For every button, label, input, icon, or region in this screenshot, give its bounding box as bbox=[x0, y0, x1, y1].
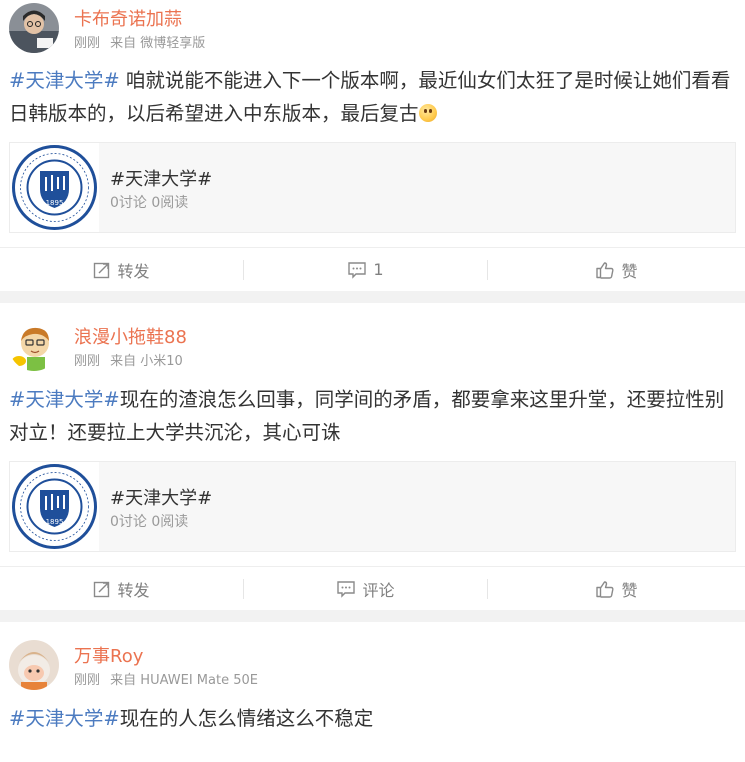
username[interactable]: 浪漫小拖鞋88 bbox=[74, 323, 187, 349]
comment-button[interactable]: 评论 bbox=[244, 567, 487, 610]
seal-year: 1895 bbox=[46, 518, 64, 526]
topic-card[interactable]: 1895 #天津大学# 0讨论 0阅读 bbox=[9, 142, 736, 233]
card-stats: 0讨论 0阅读 bbox=[110, 514, 189, 530]
post-header: 浪漫小拖鞋88 刚刚 来自 小米10 bbox=[0, 303, 745, 371]
comment-label: 评论 bbox=[362, 580, 395, 600]
post-source[interactable]: 来自 HUAWEI Mate 50E bbox=[110, 673, 258, 688]
avatar[interactable] bbox=[9, 640, 59, 690]
like-icon bbox=[596, 261, 614, 279]
like-button[interactable]: 赞 bbox=[488, 567, 745, 610]
post-meta: 刚刚 来自 HUAWEI Mate 50E bbox=[74, 669, 258, 688]
repost-label: 转发 bbox=[117, 261, 150, 281]
repost-icon bbox=[94, 581, 110, 597]
repost-label: 转发 bbox=[117, 580, 150, 600]
like-icon bbox=[596, 580, 614, 598]
seal-year: 1895 bbox=[46, 199, 64, 207]
avatar[interactable] bbox=[9, 3, 59, 53]
tju-seal-icon: 1895 bbox=[10, 462, 99, 551]
card-title[interactable]: #天津大学# bbox=[110, 165, 212, 191]
post-time: 刚刚 bbox=[74, 36, 101, 51]
surprised-emoji-icon bbox=[418, 104, 437, 122]
post-text: 现在的人怎么情绪这么不稳定 bbox=[119, 707, 374, 730]
topic-link[interactable]: #天津大学# bbox=[9, 69, 120, 92]
post-3: 万事Roy 刚刚 来自 HUAWEI Mate 50E #天津大学#现在的人怎么… bbox=[0, 622, 745, 762]
like-button[interactable]: 赞 bbox=[488, 248, 745, 291]
comment-icon bbox=[337, 580, 356, 598]
repost-button[interactable]: 转发 bbox=[0, 248, 243, 291]
topic-card[interactable]: 1895 #天津大学# 0讨论 0阅读 bbox=[9, 461, 736, 552]
like-label: 赞 bbox=[621, 580, 638, 600]
post-1: 卡布奇诺加蒜 刚刚 来自 微博轻享版 #天津大学# 咱就说能不能进入下一个版本啊… bbox=[0, 0, 745, 291]
post-content: #天津大学#现在的渣浪怎么回事，同学间的矛盾，都要拿来这里升堂，还要拉性别对立！… bbox=[0, 383, 745, 449]
post-header: 万事Roy 刚刚 来自 HUAWEI Mate 50E bbox=[0, 622, 745, 690]
post-meta: 刚刚 来自 小米10 bbox=[74, 350, 183, 369]
repost-button[interactable]: 转发 bbox=[0, 567, 243, 610]
like-label: 赞 bbox=[621, 261, 638, 281]
avatar[interactable] bbox=[9, 321, 59, 371]
post-content: #天津大学# 咱就说能不能进入下一个版本啊，最近仙女们太狂了是时候让她们看看日韩… bbox=[0, 64, 745, 130]
comment-count: 1 bbox=[373, 260, 384, 279]
action-bar: 转发 1 赞 bbox=[0, 247, 745, 291]
card-stats: 0讨论 0阅读 bbox=[110, 195, 189, 211]
comment-button[interactable]: 1 bbox=[244, 248, 487, 291]
post-header: 卡布奇诺加蒜 刚刚 来自 微博轻享版 bbox=[0, 0, 745, 58]
post-source[interactable]: 来自 微博轻享版 bbox=[110, 36, 205, 51]
topic-link[interactable]: #天津大学# bbox=[9, 388, 120, 411]
tju-seal-icon: 1895 bbox=[10, 143, 99, 232]
comment-icon bbox=[348, 261, 367, 279]
username[interactable]: 卡布奇诺加蒜 bbox=[74, 5, 182, 31]
action-bar: 转发 评论 赞 bbox=[0, 566, 745, 610]
repost-icon bbox=[94, 262, 110, 278]
username[interactable]: 万事Roy bbox=[74, 642, 143, 668]
post-2: 浪漫小拖鞋88 刚刚 来自 小米10 #天津大学#现在的渣浪怎么回事，同学间的矛… bbox=[0, 303, 745, 610]
topic-link[interactable]: #天津大学# bbox=[9, 707, 120, 730]
post-source[interactable]: 来自 小米10 bbox=[110, 354, 183, 369]
post-meta: 刚刚 来自 微博轻享版 bbox=[74, 32, 205, 51]
post-time: 刚刚 bbox=[74, 354, 101, 369]
post-content: #天津大学#现在的人怎么情绪这么不稳定 bbox=[0, 702, 745, 735]
post-time: 刚刚 bbox=[74, 673, 101, 688]
card-title[interactable]: #天津大学# bbox=[110, 484, 212, 510]
